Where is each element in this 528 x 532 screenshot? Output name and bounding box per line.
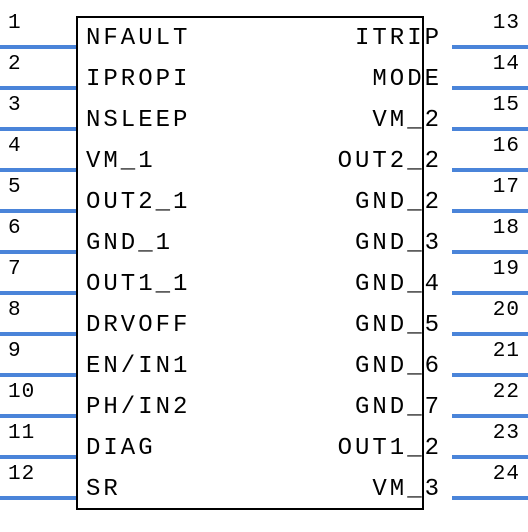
pin-line-icon [452,332,528,336]
pin-line-icon [452,168,528,172]
pin-number: 8 [8,299,22,322]
pin-label: IPROPI [76,66,200,93]
pin-row-1: 1NFAULT [0,18,260,59]
pin-row-18: GND_318 [268,223,528,264]
pin-number: 7 [8,258,22,281]
pin-label: EN/IN1 [76,353,200,380]
pin-row-2: 2IPROPI [0,59,260,100]
pin-line-icon [452,414,528,418]
pin-number: 6 [8,217,22,240]
pin-row-3: 3NSLEEP [0,100,260,141]
pin-row-22: GND_722 [268,387,528,428]
pin-number: 16 [493,135,520,158]
pin-number: 22 [493,381,520,404]
pin-label: OUT2_2 [328,148,452,175]
pin-row-20: GND_520 [268,305,528,346]
pin-line-icon [452,86,528,90]
pin-number: 10 [8,381,35,404]
pin-number: 1 [8,12,22,35]
pin-number: 9 [8,340,22,363]
pin-label: VM_1 [76,148,166,175]
pin-label: OUT2_1 [76,189,200,216]
pin-line-icon [0,127,76,131]
pin-number: 24 [493,463,520,486]
pin-row-8: 8DRVOFF [0,305,260,346]
pin-number: 17 [493,176,520,199]
pin-label: GND_7 [345,394,452,421]
pin-line-icon [0,209,76,213]
pin-label: VM_3 [362,476,452,503]
pin-row-19: GND_419 [268,264,528,305]
pin-number: 4 [8,135,22,158]
pin-label: OUT1_1 [76,271,200,298]
pin-label: VM_2 [362,107,452,134]
pin-line-icon [0,291,76,295]
pin-number: 14 [493,53,520,76]
pin-line-icon [0,414,76,418]
pin-row-9: 9EN/IN1 [0,346,260,387]
pin-label: GND_5 [345,312,452,339]
pin-row-4: 4VM_1 [0,141,260,182]
pin-row-23: OUT1_223 [268,428,528,469]
pin-number: 5 [8,176,22,199]
pin-label: NSLEEP [76,107,200,134]
pin-lead-24: 24 [452,469,528,510]
pin-row-24: VM_324 [268,469,528,510]
pin-label: PH/IN2 [76,394,200,421]
pin-line-icon [0,332,76,336]
pin-line-icon [452,45,528,49]
pin-number: 12 [8,463,35,486]
pin-row-16: OUT2_216 [268,141,528,182]
pin-row-10: 10PH/IN2 [0,387,260,428]
pin-lead-12: 12 [0,469,76,510]
pin-number: 3 [8,94,22,117]
pin-row-17: GND_217 [268,182,528,223]
pin-row-11: 11DIAG [0,428,260,469]
pin-label: GND_2 [345,189,452,216]
pin-row-6: 6GND_1 [0,223,260,264]
pin-row-5: 5OUT2_1 [0,182,260,223]
pin-row-14: MODE14 [268,59,528,100]
pin-line-icon [452,496,528,500]
pin-line-icon [452,373,528,377]
pin-label: DRVOFF [76,312,200,339]
pin-line-icon [0,455,76,459]
pin-line-icon [0,373,76,377]
pin-line-icon [452,291,528,295]
pin-label: GND_3 [345,230,452,257]
pin-number: 13 [493,12,520,35]
pin-number: 20 [493,299,520,322]
pin-line-icon [0,45,76,49]
pin-row-21: GND_621 [268,346,528,387]
pin-line-icon [0,250,76,254]
pin-line-icon [452,455,528,459]
pin-line-icon [0,496,76,500]
pin-label: GND_1 [76,230,183,257]
pin-number: 2 [8,53,22,76]
pin-number: 19 [493,258,520,281]
pin-line-icon [452,250,528,254]
pin-label: MODE [362,66,452,93]
pin-number: 11 [8,422,35,445]
pin-number: 21 [493,340,520,363]
pin-line-icon [452,209,528,213]
pin-number: 23 [493,422,520,445]
pin-label: NFAULT [76,25,200,52]
pin-row-12: 12SR [0,469,260,510]
pin-line-icon [452,127,528,131]
pin-line-icon [0,86,76,90]
pin-row-7: 7OUT1_1 [0,264,260,305]
pin-label: GND_4 [345,271,452,298]
pin-number: 15 [493,94,520,117]
pin-label: GND_6 [345,353,452,380]
pin-line-icon [0,168,76,172]
pin-label: ITRIP [345,25,452,52]
pin-label: OUT1_2 [328,435,452,462]
pin-number: 18 [493,217,520,240]
pin-label: SR [76,476,131,503]
pin-label: DIAG [76,435,166,462]
pin-row-13: ITRIP13 [268,18,528,59]
pin-row-15: VM_215 [268,100,528,141]
